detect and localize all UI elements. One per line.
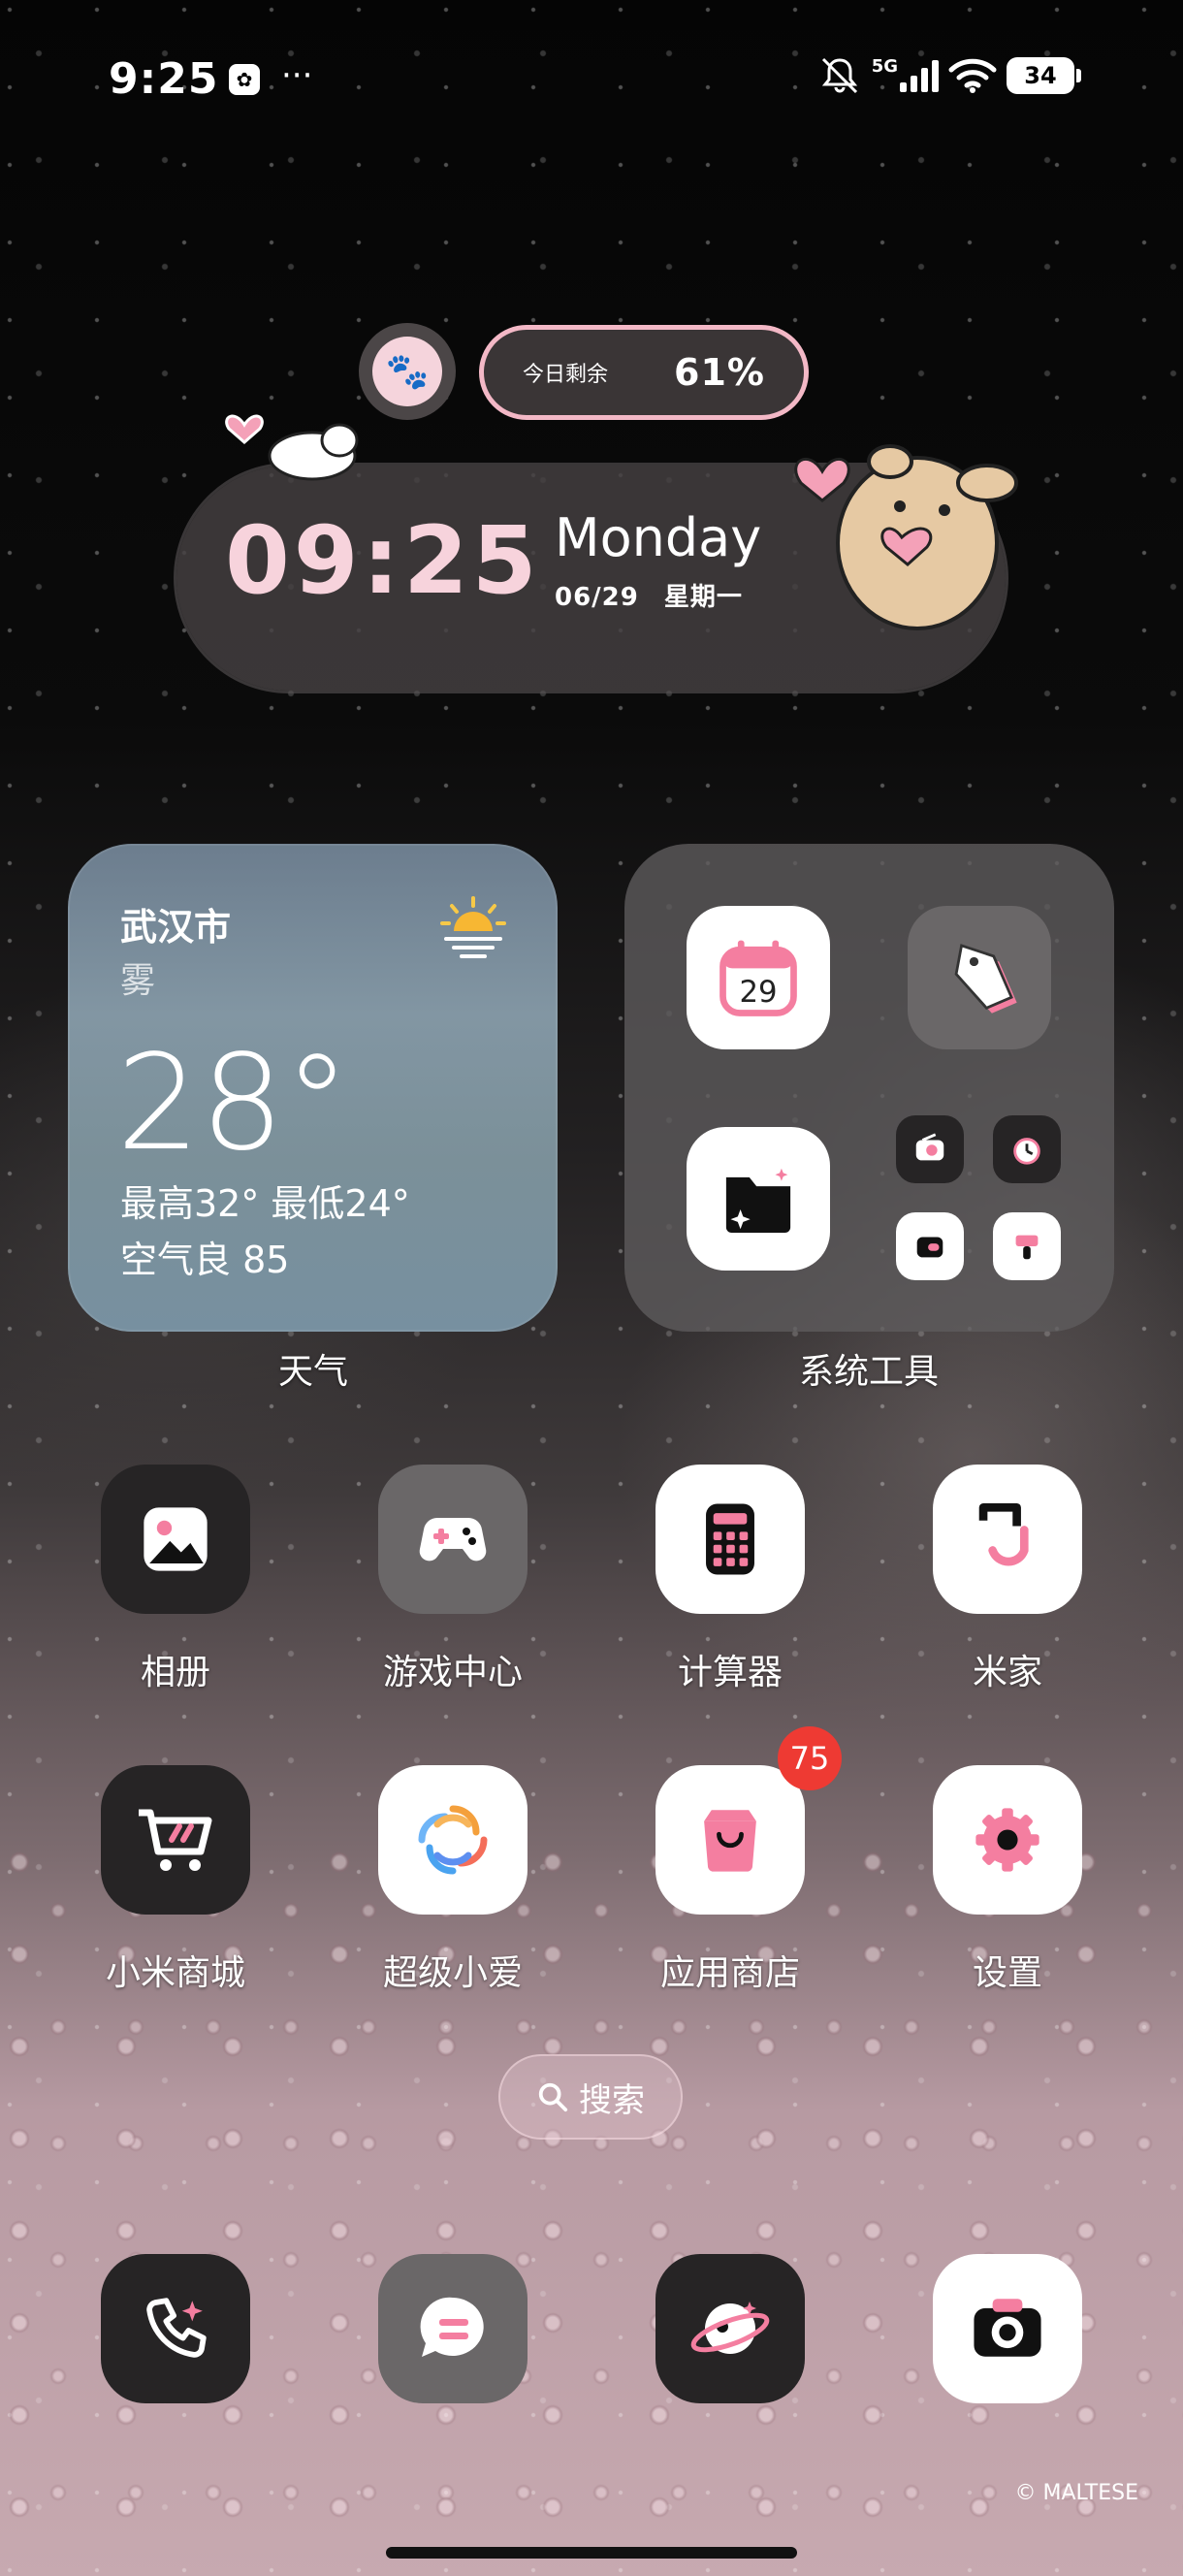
gamepad-icon — [419, 1517, 487, 1562]
silent-bell-icon — [821, 57, 857, 94]
app-store-label: 应用商店 — [659, 1953, 800, 1993]
messages-app[interactable] — [378, 2254, 528, 2403]
bear-holding-heart-sticker — [794, 444, 1018, 630]
paw-icon: 🐾 — [372, 337, 442, 406]
xiaoai-label: 超级小爱 — [382, 1953, 523, 1993]
search-label: 搜索 — [579, 2080, 645, 2120]
phone-app[interactable] — [101, 2254, 250, 2403]
system-tools-label: 系统工具 — [798, 1352, 939, 1392]
camera-app[interactable] — [933, 2254, 1082, 2403]
game-center-label: 游戏中心 — [382, 1653, 523, 1692]
calculator-app[interactable] — [655, 1465, 805, 1614]
battery-icon: 34 — [1007, 57, 1081, 94]
remaining-percent: 61% — [674, 351, 765, 394]
status-time: 9:25 — [109, 54, 219, 104]
app-store-app[interactable] — [655, 1765, 805, 1915]
game-center-app[interactable] — [378, 1465, 528, 1614]
wifi-icon — [948, 58, 997, 93]
weather-air-quality: 空气良 85 — [120, 1239, 290, 1281]
gallery-app[interactable] — [101, 1465, 250, 1614]
clock-date: 06/29 — [555, 583, 639, 612]
weather-condition: 雾 — [120, 961, 156, 1001]
weather-high-low: 最高32° 最低24° — [120, 1182, 410, 1225]
shopping-cart-icon — [139, 1809, 212, 1871]
app-store-badge: 75 — [778, 1726, 842, 1790]
weather-widget-label: 天气 — [277, 1352, 348, 1392]
weather-city: 武汉市 — [120, 906, 232, 949]
watermark: © MALTESE — [1014, 2481, 1138, 2505]
browser-app[interactable] — [655, 2254, 805, 2403]
search-icon — [538, 2082, 568, 2112]
gear-icon — [975, 1808, 1039, 1872]
clock-weekday: Monday — [555, 507, 762, 568]
calculator-label: 计算器 — [677, 1653, 783, 1692]
calculator-icon — [706, 1503, 754, 1575]
search-button[interactable]: 搜索 — [498, 2054, 683, 2140]
xiaoai-app[interactable] — [378, 1765, 528, 1915]
settings-app[interactable] — [933, 1765, 1082, 1915]
network-type: 5G — [871, 56, 898, 77]
message-bubble-icon — [420, 2297, 484, 2357]
more-notifications-icon: ··· — [281, 56, 313, 95]
paw-ring-widget[interactable]: 🐾 — [359, 323, 456, 420]
radio-app[interactable] — [896, 1115, 964, 1183]
clock-time: 09:25 — [225, 506, 541, 615]
sleeping-dog-sticker — [225, 414, 359, 481]
calendar-day: 29 — [739, 975, 777, 1010]
mi-store-label: 小米商城 — [105, 1953, 245, 1993]
settings-label: 设置 — [972, 1953, 1042, 1993]
mi-home-app[interactable] — [933, 1465, 1082, 1614]
alarm-clock-icon — [1013, 1138, 1040, 1165]
theme-app[interactable] — [993, 1212, 1061, 1280]
gallery-label: 相册 — [140, 1653, 210, 1692]
system-tools-folder[interactable]: 29 — [624, 844, 1114, 1332]
calendar-icon: 29 — [719, 940, 797, 1016]
mi-store-app[interactable] — [101, 1765, 250, 1915]
fog-sun-icon — [440, 896, 506, 958]
mi-home-icon — [978, 1503, 1029, 1566]
radio-icon — [915, 1133, 944, 1161]
notification-app-icon: ✿ — [229, 64, 260, 95]
photo-icon — [144, 1507, 208, 1571]
status-icons: 5G 34 — [817, 56, 1081, 95]
folder-icon — [725, 1168, 791, 1233]
file-manager-app[interactable] — [687, 1127, 830, 1271]
calendar-app[interactable]: 29 — [687, 906, 830, 1049]
phone-icon — [146, 2298, 207, 2358]
tag-icon — [954, 944, 1017, 1014]
signal-icon — [900, 59, 939, 92]
tags-app[interactable] — [908, 906, 1051, 1049]
clock-date-line: 06/29 星期一 — [555, 577, 768, 613]
clock-app[interactable] — [993, 1115, 1061, 1183]
camera-icon — [974, 2299, 1041, 2357]
mi-home-label: 米家 — [972, 1653, 1042, 1692]
remaining-widget[interactable]: 今日剩余 61% — [479, 325, 809, 420]
wallet-app[interactable] — [896, 1212, 964, 1280]
shopping-bag-icon — [704, 1810, 756, 1872]
xiaoai-swirl-icon — [418, 1805, 488, 1875]
planet-browser-icon — [690, 2302, 770, 2354]
clock-weekday-cn: 星期一 — [663, 583, 743, 612]
weather-temperature: 28° — [116, 1027, 351, 1180]
remaining-label: 今日剩余 — [523, 363, 609, 387]
wallet-icon — [916, 1237, 943, 1258]
paint-brush-icon — [1015, 1235, 1039, 1260]
home-indicator[interactable] — [386, 2547, 797, 2559]
